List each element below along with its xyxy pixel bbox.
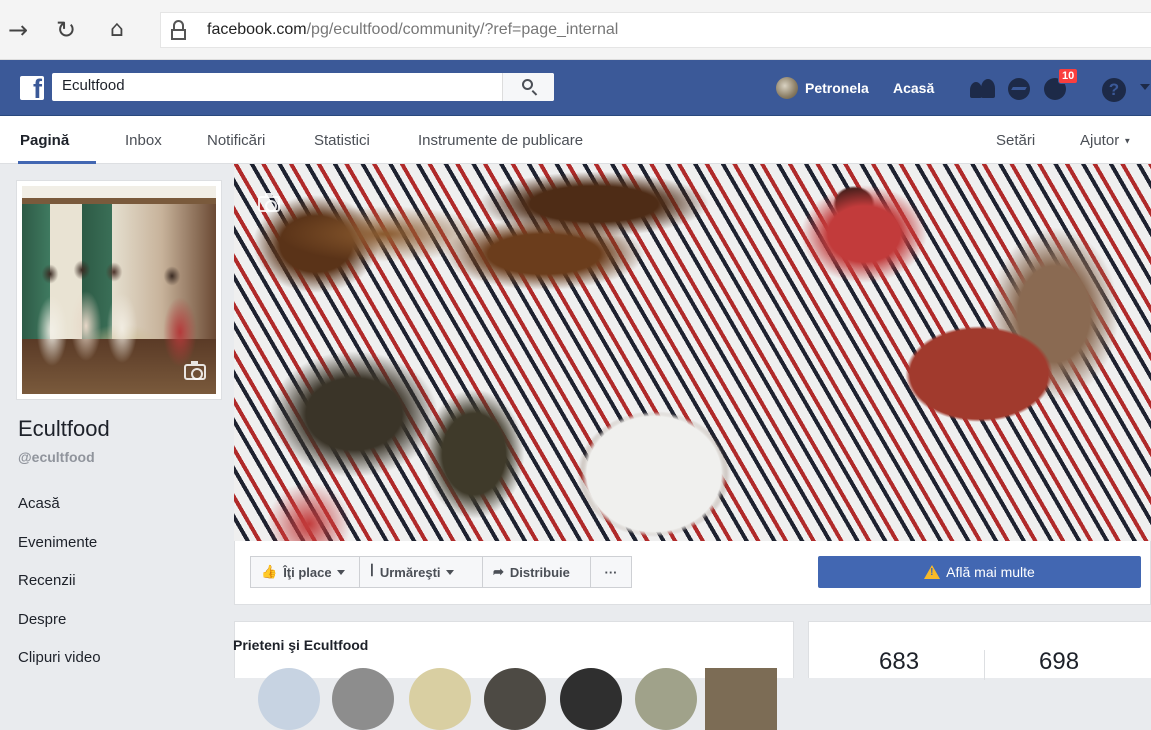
friend-avatar[interactable] bbox=[705, 668, 777, 730]
search-box[interactable] bbox=[52, 73, 554, 101]
friend-avatar[interactable] bbox=[409, 668, 471, 730]
share-label: Distribuie bbox=[509, 564, 570, 580]
reload-icon[interactable]: ↻ bbox=[52, 16, 80, 44]
share-button[interactable]: ➦ Distribuie bbox=[482, 556, 591, 588]
facebook-logo-icon[interactable]: f bbox=[20, 76, 44, 100]
home-icon[interactable]: ⌂ bbox=[103, 16, 131, 44]
friend-avatar[interactable] bbox=[560, 668, 622, 730]
page-nav: Pagină Inbox Notificări Statistici Instr… bbox=[0, 116, 1151, 164]
help-icon[interactable]: ? bbox=[1102, 78, 1126, 102]
camera-icon[interactable] bbox=[258, 193, 280, 212]
sidebar-item-events[interactable]: Evenimente bbox=[18, 534, 97, 551]
home-label: Acasă bbox=[893, 80, 935, 96]
search-input[interactable] bbox=[62, 77, 492, 94]
profile-picture[interactable] bbox=[16, 180, 222, 400]
friends-card-heading[interactable]: Prieteni şi Ecultfood bbox=[233, 637, 368, 653]
help-caret-icon: ▼ bbox=[1123, 136, 1132, 146]
learn-more-button[interactable]: Află mai multe bbox=[818, 556, 1141, 588]
notification-badge: 10 bbox=[1058, 68, 1079, 84]
stats-card: 683 698 bbox=[808, 621, 1151, 680]
url-text: facebook.com/pg/ecultfood/community/?ref… bbox=[207, 21, 618, 39]
lock-icon bbox=[171, 20, 186, 40]
cta-label: Află mai multe bbox=[946, 564, 1035, 580]
friend-avatar[interactable] bbox=[258, 668, 320, 730]
browser-toolbar: → ↻ ⌂ facebook.com/pg/ecultfood/communit… bbox=[0, 0, 1151, 60]
profile-link[interactable]: Petronela bbox=[776, 60, 869, 116]
stat-follows[interactable]: 698 bbox=[1039, 648, 1079, 676]
sidebar-item-videos[interactable]: Clipuri video bbox=[18, 649, 101, 666]
friends-icon[interactable] bbox=[970, 78, 996, 98]
rss-icon: ꟾ bbox=[370, 564, 374, 579]
like-button[interactable]: 👍 Îţi place bbox=[250, 556, 360, 588]
more-options-button[interactable]: ··· bbox=[590, 556, 632, 588]
active-tab-indicator bbox=[18, 161, 96, 164]
camera-icon[interactable] bbox=[184, 361, 206, 380]
tab-inbox[interactable]: Inbox bbox=[125, 132, 162, 149]
sidebar-item-home[interactable]: Acasă bbox=[18, 495, 60, 512]
more-label: ··· bbox=[604, 564, 618, 580]
page-handle[interactable]: @ecultfood bbox=[18, 449, 95, 465]
friend-avatar[interactable] bbox=[484, 668, 546, 730]
search-button[interactable] bbox=[502, 73, 554, 101]
help-label: Ajutor bbox=[1080, 132, 1120, 149]
tab-page[interactable]: Pagină bbox=[20, 132, 69, 149]
friend-avatar[interactable] bbox=[635, 668, 697, 730]
facebook-top-bar: f Petronela Acasă ? bbox=[0, 60, 1151, 116]
tab-notifications[interactable]: Notificări bbox=[207, 132, 265, 149]
friend-avatar[interactable] bbox=[332, 668, 394, 730]
search-icon bbox=[522, 79, 533, 90]
chevron-down-icon bbox=[445, 569, 454, 575]
like-label: Îţi place bbox=[283, 564, 332, 580]
page-action-bar: 👍 Îţi place ꟾ Urmăreşti ➦ Distribuie ···… bbox=[234, 541, 1151, 605]
url-domain: facebook.com bbox=[207, 21, 307, 38]
sidebar-item-about[interactable]: Despre bbox=[18, 611, 66, 628]
cover-photo[interactable] bbox=[234, 164, 1151, 541]
page-title: Ecultfood bbox=[18, 416, 110, 441]
follow-button[interactable]: ꟾ Urmăreşti bbox=[359, 556, 483, 588]
home-link[interactable]: Acasă bbox=[893, 60, 934, 116]
chevron-down-icon bbox=[336, 569, 345, 575]
messenger-icon[interactable] bbox=[1008, 78, 1030, 100]
avatar bbox=[776, 77, 798, 99]
stat-divider bbox=[984, 650, 985, 680]
address-bar[interactable]: facebook.com/pg/ecultfood/community/?ref… bbox=[160, 12, 1151, 48]
tab-insights[interactable]: Statistici bbox=[314, 132, 370, 149]
account-menu-caret-icon[interactable] bbox=[1140, 84, 1150, 90]
tab-publishing-tools[interactable]: Instrumente de publicare bbox=[418, 132, 583, 149]
sidebar-item-reviews[interactable]: Recenzii bbox=[18, 572, 76, 589]
follow-label: Urmăreşti bbox=[379, 564, 441, 580]
tab-help[interactable]: Ajutor ▼ bbox=[1080, 132, 1131, 149]
share-arrow-icon: ➦ bbox=[493, 564, 504, 579]
thumbs-up-icon: 👍 bbox=[261, 564, 278, 579]
user-name: Petronela bbox=[805, 80, 869, 96]
back-arrow-icon[interactable]: → bbox=[4, 16, 32, 44]
warning-icon bbox=[924, 565, 941, 579]
profile-image bbox=[22, 186, 216, 394]
tab-settings[interactable]: Setări bbox=[996, 132, 1035, 149]
stat-likes[interactable]: 683 bbox=[879, 648, 919, 676]
url-path: /pg/ecultfood/community/?ref=page_intern… bbox=[306, 21, 619, 38]
